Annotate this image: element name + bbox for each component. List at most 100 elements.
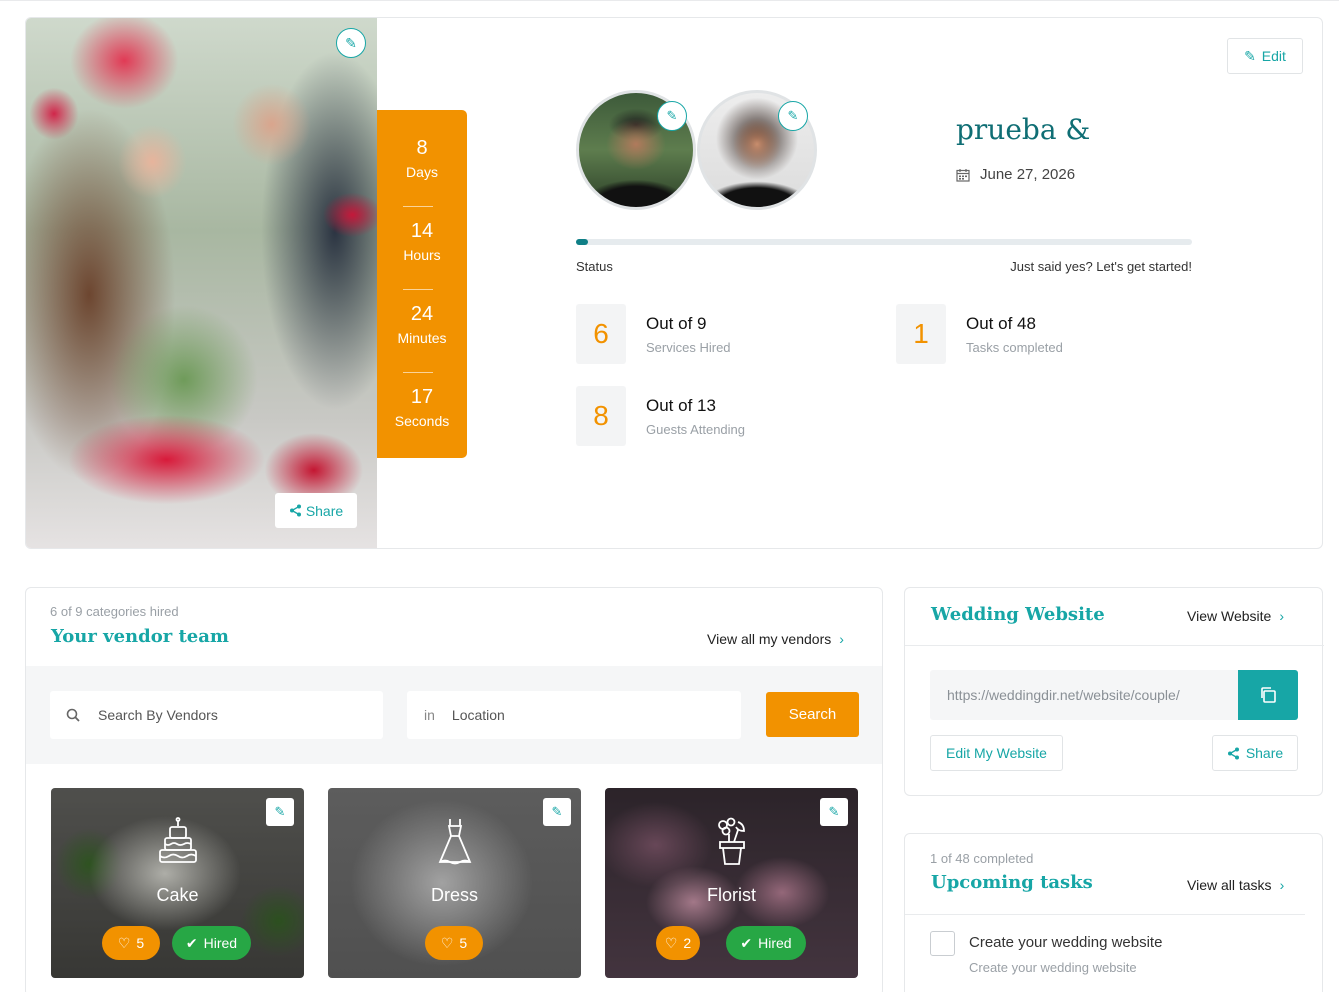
vendor-search-input[interactable]: Search By Vendors bbox=[50, 691, 383, 739]
view-all-tasks-link[interactable]: View all tasks › bbox=[1187, 877, 1284, 893]
chevron-right-icon: › bbox=[1279, 877, 1285, 893]
vendor-edit-button[interactable]: ✎ bbox=[266, 798, 294, 826]
task-title: Create your wedding website bbox=[969, 934, 1163, 951]
hired-label: Hired bbox=[203, 935, 238, 951]
wedding-date: June 27, 2026 bbox=[956, 166, 1075, 183]
check-icon: ✔ bbox=[740, 934, 753, 951]
vendor-category-name: Dress bbox=[430, 885, 478, 905]
groom-avatar-edit-button[interactable]: ✎ bbox=[657, 101, 687, 131]
stat-subtitle: Guests Attending bbox=[646, 422, 746, 437]
edit-website-label: Edit My Website bbox=[946, 745, 1047, 761]
countdown-separator bbox=[403, 372, 433, 373]
vendor-card-florist[interactable]: ✎ Florist ♡ 2 ✔ Hired bbox=[605, 788, 858, 978]
upcoming-tasks-title: Upcoming tasks bbox=[931, 872, 1093, 893]
countdown-unit: Seconds bbox=[394, 413, 450, 429]
chevron-right-icon: › bbox=[1279, 608, 1284, 624]
task-subtitle: Create your wedding website bbox=[969, 960, 1137, 975]
bride-avatar-edit-button[interactable]: ✎ bbox=[778, 101, 808, 131]
in-label: in bbox=[424, 707, 435, 723]
pencil-icon: ✎ bbox=[1244, 47, 1256, 64]
vendor-card-dress[interactable]: ✎ Dress ♡ 5 bbox=[328, 788, 581, 978]
edit-label: Edit bbox=[1261, 48, 1286, 64]
calendar-icon bbox=[956, 168, 970, 182]
likes-count: 5 bbox=[136, 935, 145, 951]
flower-pot-icon bbox=[717, 817, 745, 865]
countdown-seconds: 17 Seconds bbox=[377, 385, 467, 468]
status-message: Just said yes? Let's get started! bbox=[1010, 259, 1192, 274]
stat-title: Out of 9 bbox=[646, 314, 707, 333]
countdown-hours: 14 Hours bbox=[377, 219, 467, 302]
pencil-icon: ✎ bbox=[345, 34, 357, 51]
likes-badge[interactable]: ♡ 5 bbox=[425, 926, 483, 960]
pencil-icon: ✎ bbox=[551, 804, 563, 819]
edit-profile-button[interactable]: ✎ Edit bbox=[1227, 38, 1303, 74]
stat-title: Out of 48 bbox=[966, 314, 1036, 333]
photo-share-button[interactable]: Share bbox=[275, 493, 357, 528]
likes-count: 2 bbox=[683, 935, 692, 951]
countdown-value: 24 bbox=[410, 303, 434, 325]
stat-value: 6 bbox=[576, 304, 626, 364]
search-icon bbox=[66, 708, 80, 722]
likes-badge[interactable]: ♡ 5 bbox=[102, 926, 160, 960]
tasks-completed-meta: 1 of 48 completed bbox=[930, 851, 1034, 866]
task-checkbox[interactable] bbox=[930, 931, 955, 956]
couple-photo: ✎ Share bbox=[26, 18, 377, 548]
pencil-icon: ✎ bbox=[666, 108, 678, 123]
share-icon bbox=[289, 504, 301, 517]
share-website-button[interactable]: Share bbox=[1212, 735, 1298, 771]
pencil-icon: ✎ bbox=[828, 804, 840, 819]
vendor-team-title: Your vendor team bbox=[51, 626, 229, 647]
edit-website-button[interactable]: Edit My Website bbox=[930, 735, 1063, 771]
location-input[interactable]: in Location bbox=[407, 691, 741, 739]
view-all-vendors-label: View all my vendors bbox=[707, 631, 832, 647]
hired-badge[interactable]: ✔ Hired bbox=[172, 926, 251, 960]
vendor-category-name: Cake bbox=[156, 885, 199, 905]
countdown-separator bbox=[403, 289, 433, 290]
planning-progress-bar bbox=[576, 239, 1192, 245]
vendor-categories-meta: 6 of 9 categories hired bbox=[50, 604, 179, 619]
copy-url-button[interactable] bbox=[1238, 670, 1298, 720]
view-all-tasks-label: View all tasks bbox=[1187, 877, 1272, 893]
countdown-value: 17 bbox=[410, 386, 434, 408]
likes-badge[interactable]: ♡ 2 bbox=[656, 926, 700, 960]
countdown-unit: Hours bbox=[403, 247, 441, 263]
share-label: Share bbox=[305, 502, 344, 519]
countdown-unit: Days bbox=[406, 164, 438, 180]
search-button[interactable]: Search bbox=[766, 692, 859, 737]
vendor-card-cake[interactable]: ✎ Cake ♡ 5 ✔ Hired bbox=[51, 788, 304, 978]
share-icon bbox=[1227, 747, 1239, 759]
stat-tasks-completed: 1 Out of 48 Tasks completed bbox=[896, 304, 1196, 364]
website-url: https://weddingdir.net/website/couple/ bbox=[947, 687, 1180, 703]
wedding-date-text: June 27, 2026 bbox=[980, 166, 1076, 183]
view-website-link[interactable]: View Website › bbox=[1187, 608, 1284, 624]
copy-icon bbox=[1261, 687, 1276, 703]
top-divider bbox=[0, 0, 1339, 1]
countdown-value: 8 bbox=[416, 137, 428, 159]
stat-subtitle: Tasks completed bbox=[966, 340, 1063, 355]
vendor-team-card: 6 of 9 categories hired Your vendor team… bbox=[25, 587, 883, 992]
pencil-icon: ✎ bbox=[787, 108, 799, 123]
view-all-vendors-link[interactable]: View all my vendors › bbox=[707, 631, 844, 647]
upcoming-tasks-card: 1 of 48 completed Upcoming tasks View al… bbox=[904, 833, 1323, 992]
wedding-summary-card: ✎ Share 8 Days 14 Hours 24 Minutes 17 Se… bbox=[25, 17, 1323, 549]
countdown-separator bbox=[403, 206, 433, 207]
hired-badge[interactable]: ✔ Hired bbox=[726, 926, 806, 960]
cake-icon bbox=[158, 817, 197, 863]
stat-value: 8 bbox=[576, 386, 626, 446]
section-divider bbox=[905, 914, 1305, 915]
photo-edit-button[interactable]: ✎ bbox=[336, 28, 366, 58]
stat-services-hired: 6 Out of 9 Services Hired bbox=[576, 304, 876, 364]
location-placeholder: Location bbox=[451, 707, 505, 723]
check-icon: ✔ bbox=[185, 934, 198, 951]
vendor-edit-button[interactable]: ✎ bbox=[543, 798, 571, 826]
chevron-right-icon: › bbox=[839, 631, 844, 647]
wedding-website-card: Wedding Website View Website › https://w… bbox=[904, 587, 1324, 796]
countdown-value: 14 bbox=[410, 220, 434, 242]
couple-name: prueba & bbox=[956, 113, 1091, 146]
website-url-field[interactable]: https://weddingdir.net/website/couple/ bbox=[930, 670, 1239, 720]
vendor-edit-button[interactable]: ✎ bbox=[820, 798, 848, 826]
vendor-category-name: Florist bbox=[707, 885, 756, 905]
view-website-label: View Website bbox=[1187, 608, 1272, 624]
hired-label: Hired bbox=[758, 935, 792, 951]
section-divider bbox=[905, 645, 1324, 646]
